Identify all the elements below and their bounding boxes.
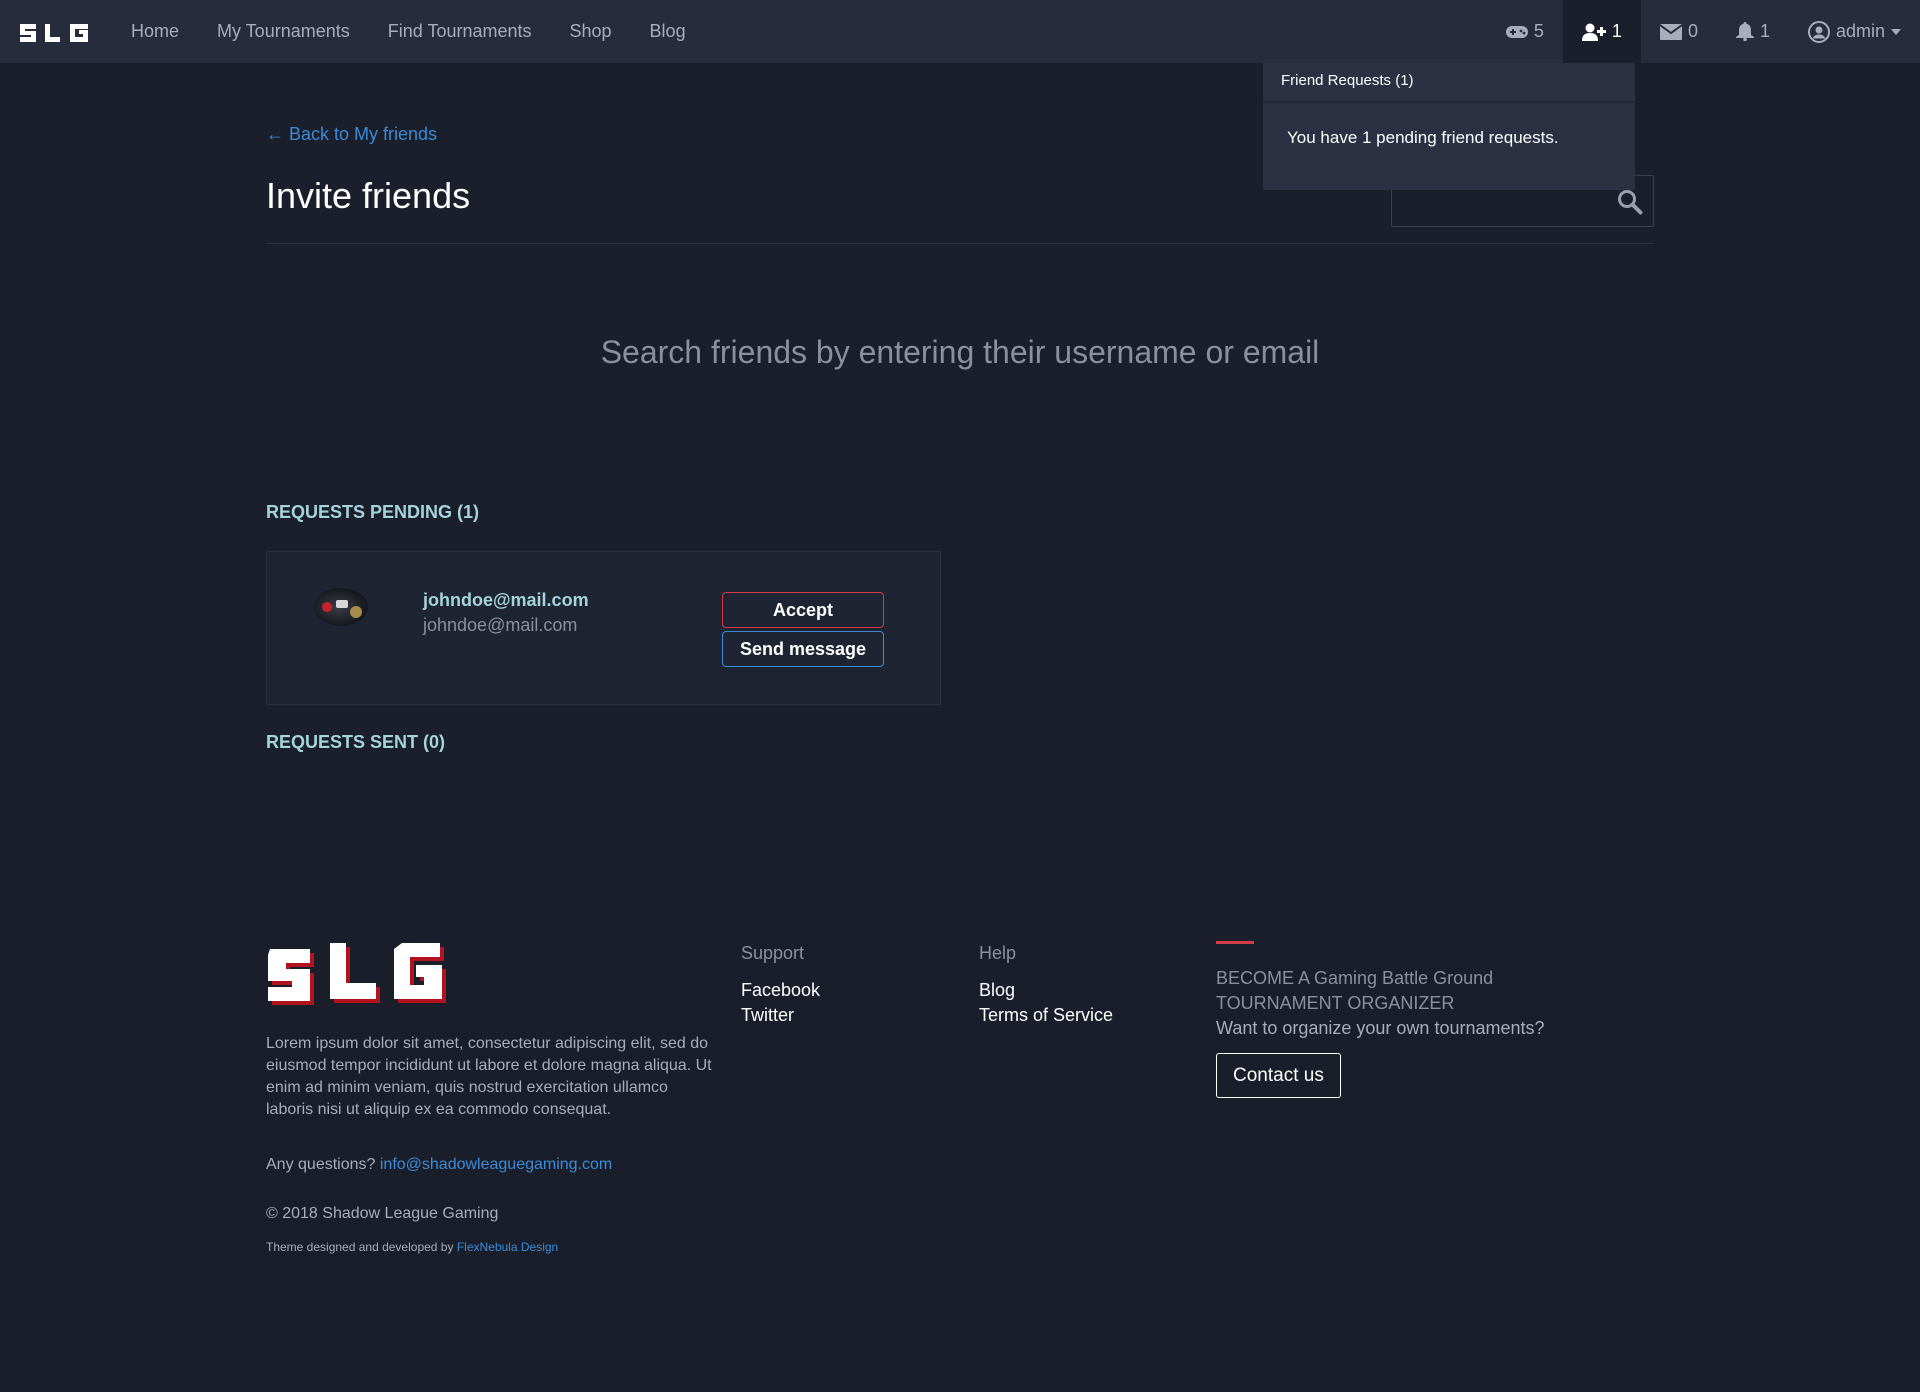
cta-line-2: TOURNAMENT ORGANIZER bbox=[1216, 993, 1455, 1013]
requests-sent-heading: REQUESTS SENT (0) bbox=[266, 732, 446, 752]
pending-request-card: johndoe@mail.com johndoe@mail.com Accept… bbox=[266, 551, 941, 705]
caret-down-icon bbox=[1891, 28, 1901, 35]
nav-games[interactable]: 5 bbox=[1487, 0, 1563, 63]
credit-link[interactable]: FlexNebula Design bbox=[457, 1240, 558, 1254]
questions-label: Any questions? bbox=[266, 1156, 376, 1173]
slg-logo-icon bbox=[20, 23, 88, 42]
contact-us-button[interactable]: Contact us bbox=[1216, 1053, 1341, 1098]
footer-blog-link[interactable]: Blog bbox=[979, 978, 1113, 1003]
slg-footer-logo-icon bbox=[268, 943, 446, 1005]
facebook-link[interactable]: Facebook bbox=[741, 978, 820, 1003]
brand-logo[interactable] bbox=[18, 18, 92, 46]
nav-my-tournaments[interactable]: My Tournaments bbox=[198, 0, 369, 63]
friend-requests-dropdown: Friend Requests (1) You have 1 pending f… bbox=[1263, 63, 1635, 190]
request-username[interactable]: johndoe@mail.com bbox=[423, 590, 589, 611]
support-title: Support bbox=[741, 943, 805, 963]
footer-about-text: Lorem ipsum dolor sit amet, consectetur … bbox=[266, 1035, 712, 1118]
user-menu[interactable]: admin bbox=[1789, 0, 1920, 63]
nav-notifications[interactable]: 1 bbox=[1717, 0, 1789, 63]
avatar bbox=[314, 588, 368, 626]
nav-friend-requests[interactable]: 1 bbox=[1562, 0, 1641, 63]
twitter-link[interactable]: Twitter bbox=[741, 1003, 820, 1028]
cta-line-1: BECOME A Gaming Battle Ground bbox=[1216, 968, 1494, 988]
accept-button[interactable]: Accept bbox=[722, 592, 884, 628]
friends-count: 1 bbox=[1611, 21, 1622, 41]
footer: Lorem ipsum dolor sit amet, consectetur … bbox=[0, 817, 1920, 1392]
request-email: johndoe@mail.com bbox=[423, 615, 578, 635]
nav-home[interactable]: Home bbox=[112, 0, 198, 63]
user-circle-icon bbox=[1807, 20, 1830, 43]
footer-help-column: Help Blog Terms of Service bbox=[979, 943, 1113, 1028]
search-icon[interactable] bbox=[1617, 189, 1643, 215]
terms-link[interactable]: Terms of Service bbox=[979, 1003, 1113, 1028]
notifications-count: 1 bbox=[1759, 21, 1770, 41]
back-to-friends-link[interactable]: ← Back to My friends bbox=[266, 124, 437, 145]
nav-messages[interactable]: 0 bbox=[1641, 0, 1717, 63]
user-plus-icon bbox=[1581, 23, 1606, 41]
nav-find-tournaments[interactable]: Find Tournaments bbox=[369, 0, 551, 63]
nav-right: 5 1 0 1 admin bbox=[1487, 0, 1920, 63]
title-divider bbox=[266, 243, 1654, 244]
main-nav: Home My Tournaments Find Tournaments Sho… bbox=[112, 0, 705, 63]
contact-email-link[interactable]: info@shadowleaguegaming.com bbox=[380, 1156, 612, 1173]
games-count: 5 bbox=[1533, 21, 1544, 41]
search-hint: Search friends by entering their usernam… bbox=[600, 334, 1320, 370]
help-title: Help bbox=[979, 943, 1017, 963]
credit-prefix: Theme designed and developed by bbox=[266, 1240, 454, 1254]
organizer-cta: BECOME A Gaming Battle Ground TOURNAMENT… bbox=[1216, 941, 1545, 1098]
send-message-button[interactable]: Send message bbox=[722, 631, 884, 667]
copyright: © 2018 Shadow League Gaming bbox=[266, 1205, 499, 1222]
footer-questions: Any questions? info@shadowleaguegaming.c… bbox=[266, 1156, 612, 1174]
cta-accent-bar bbox=[1216, 941, 1254, 944]
gamepad-icon bbox=[1505, 25, 1528, 38]
messages-count: 0 bbox=[1687, 21, 1698, 41]
nav-shop[interactable]: Shop bbox=[551, 0, 631, 63]
nav-blog[interactable]: Blog bbox=[631, 0, 705, 63]
cta-line-3: Want to organize your own tournaments? bbox=[1216, 1018, 1545, 1038]
user-name: admin bbox=[1835, 21, 1885, 41]
bell-icon bbox=[1735, 22, 1754, 41]
top-navbar: Home My Tournaments Find Tournaments Sho… bbox=[0, 0, 1920, 63]
footer-support-column: Support Facebook Twitter bbox=[741, 943, 820, 1028]
dropdown-header: Friend Requests (1) bbox=[1263, 63, 1635, 103]
envelope-icon bbox=[1659, 23, 1682, 40]
requests-pending-heading: REQUESTS PENDING (1) bbox=[266, 502, 480, 522]
theme-credit: Theme designed and developed by FlexNebu… bbox=[266, 1240, 558, 1254]
dropdown-message[interactable]: You have 1 pending friend requests. bbox=[1263, 103, 1635, 173]
page-title: Invite friends bbox=[266, 175, 471, 216]
